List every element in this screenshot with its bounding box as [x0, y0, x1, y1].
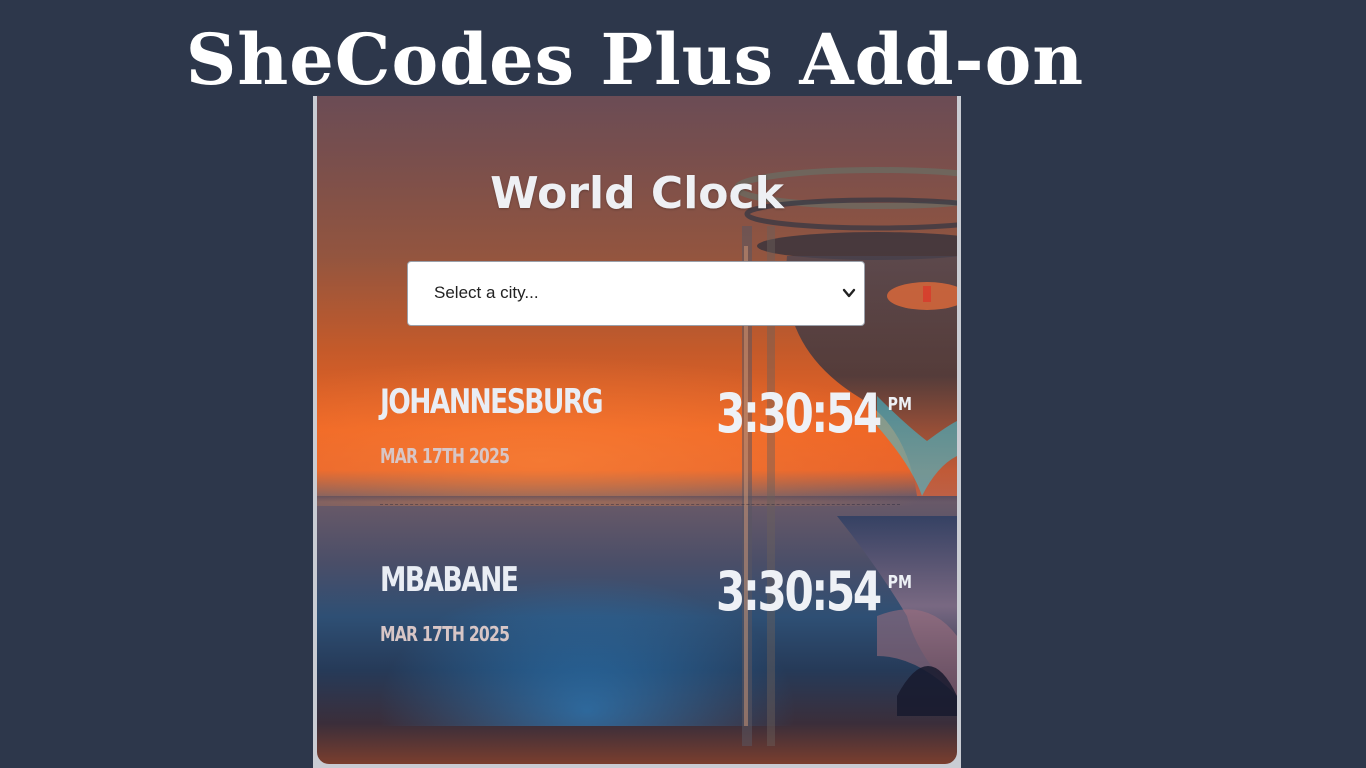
city-name: JOHANNESBURG: [380, 382, 604, 422]
city-time: 3:30:54 PM: [716, 560, 912, 623]
time-value: 3:30:54: [716, 382, 882, 445]
row-divider: [380, 504, 900, 505]
city-time: 3:30:54 PM: [716, 382, 912, 445]
app-title: World Clock: [490, 168, 784, 219]
time-value: 3:30:54: [716, 560, 882, 623]
world-clock-card: World Clock Select a city... JOHANNESBUR…: [317, 96, 957, 764]
time-ampm: PM: [887, 394, 912, 415]
chevron-down-icon: [842, 288, 856, 298]
city-row-mbabane: MBABANE MAR 17TH 2025 3:30:54 PM: [380, 560, 912, 670]
page-banner-title: SheCodes Plus Add-on: [185, 18, 1085, 101]
city-select-value: Select a city...: [434, 283, 539, 302]
city-date: MAR 17TH 2025: [380, 622, 510, 646]
city-date: MAR 17TH 2025: [380, 444, 510, 468]
city-name: MBABANE: [380, 560, 519, 600]
city-select[interactable]: Select a city...: [407, 261, 865, 326]
time-ampm: PM: [887, 572, 912, 593]
city-row-johannesburg: JOHANNESBURG MAR 17TH 2025 3:30:54 PM: [380, 382, 912, 492]
